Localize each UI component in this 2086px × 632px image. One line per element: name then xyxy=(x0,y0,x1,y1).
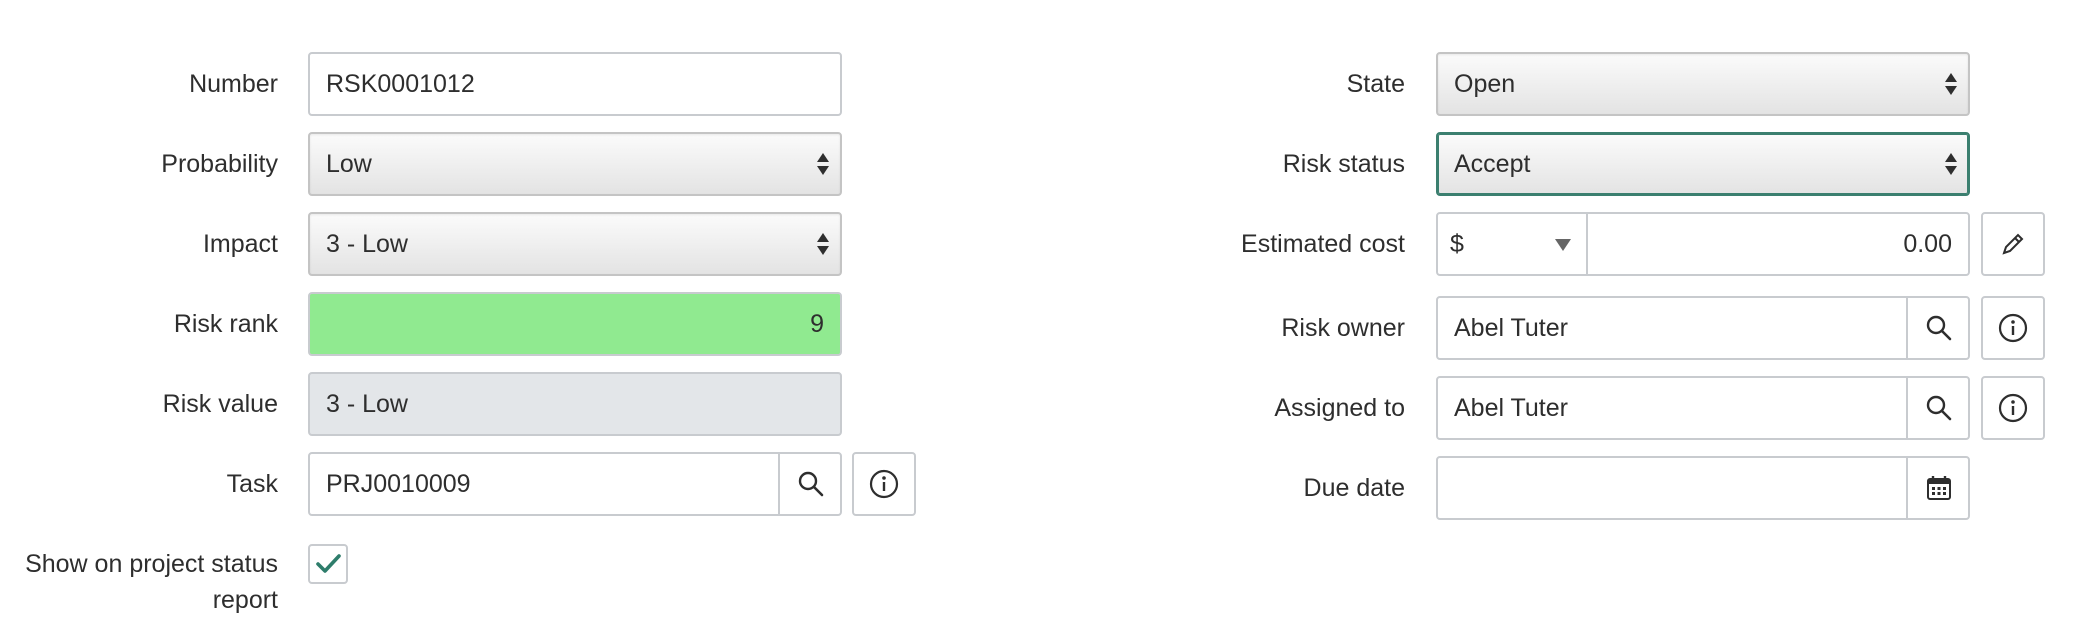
assigned-to-field[interactable]: Abel Tuter xyxy=(1436,376,1970,440)
probability-select[interactable]: Low xyxy=(308,132,842,196)
task-search-button[interactable] xyxy=(778,452,842,516)
assigned-to-search-button[interactable] xyxy=(1906,376,1970,440)
estimated-cost-label: Estimated cost xyxy=(1241,230,1405,258)
number-field[interactable]: RSK0001012 xyxy=(308,52,842,116)
show-on-report-label: Show on project status report xyxy=(25,550,278,614)
risk-owner-info-button[interactable] xyxy=(1981,296,2045,360)
due-date-field[interactable] xyxy=(1436,456,1970,520)
calendar-icon xyxy=(1927,476,1951,500)
risk-owner-label: Risk owner xyxy=(1281,314,1405,342)
impact-value: 3 - Low xyxy=(326,229,408,258)
risk-form: Number RSK0001012 Probability Low Impact… xyxy=(0,0,2086,632)
assigned-to-info-button[interactable] xyxy=(1981,376,2045,440)
risk-status-label: Risk status xyxy=(1282,150,1405,178)
probability-label: Probability xyxy=(161,150,278,178)
state-value: Open xyxy=(1454,69,1516,98)
due-date-label: Due date xyxy=(1303,474,1405,502)
task-label: Task xyxy=(226,470,278,498)
impact-select[interactable]: 3 - Low xyxy=(308,212,842,276)
state-select[interactable]: Open xyxy=(1436,52,1970,116)
risk-rank-label: Risk rank xyxy=(173,310,278,338)
state-label: State xyxy=(1346,70,1405,98)
currency-select[interactable]: $ xyxy=(1436,212,1588,276)
currency-value: $ xyxy=(1450,229,1464,258)
info-icon xyxy=(1998,313,2028,343)
estimated-cost-field[interactable]: 0.00 xyxy=(1586,212,1970,276)
risk-value-value: 3 - Low xyxy=(326,389,408,418)
info-icon xyxy=(1998,393,2028,423)
show-on-report-checkbox[interactable] xyxy=(308,544,348,584)
task-value: PRJ0010009 xyxy=(326,469,471,498)
risk-rank-field: 9 xyxy=(308,292,842,356)
search-icon xyxy=(1926,315,1952,341)
select-arrows-icon xyxy=(1945,73,1957,95)
assigned-to-value: Abel Tuter xyxy=(1454,393,1568,422)
risk-owner-search-button[interactable] xyxy=(1906,296,1970,360)
risk-owner-field[interactable]: Abel Tuter xyxy=(1436,296,1970,360)
risk-owner-value: Abel Tuter xyxy=(1454,313,1568,342)
risk-value-label: Risk value xyxy=(162,390,278,418)
estimated-cost-value: 0.00 xyxy=(1903,229,1952,258)
number-label: Number xyxy=(189,70,278,98)
search-icon xyxy=(798,471,824,497)
pencil-icon xyxy=(2002,233,2024,255)
dropdown-triangle-icon xyxy=(1555,239,1571,251)
calendar-button[interactable] xyxy=(1906,456,1970,520)
risk-status-select[interactable]: Accept xyxy=(1436,132,1970,196)
edit-cost-button[interactable] xyxy=(1981,212,2045,276)
assigned-to-label: Assigned to xyxy=(1274,394,1405,422)
info-icon xyxy=(869,469,899,499)
number-value: RSK0001012 xyxy=(326,69,475,98)
risk-status-value: Accept xyxy=(1454,149,1531,178)
select-arrows-icon xyxy=(1945,153,1957,175)
task-field[interactable]: PRJ0010009 xyxy=(308,452,842,516)
risk-rank-value: 9 xyxy=(810,309,824,338)
select-arrows-icon xyxy=(817,233,829,255)
search-icon xyxy=(1926,395,1952,421)
task-info-button[interactable] xyxy=(852,452,916,516)
risk-value-field: 3 - Low xyxy=(308,372,842,436)
impact-label: Impact xyxy=(202,230,278,258)
select-arrows-icon xyxy=(817,153,829,175)
probability-value: Low xyxy=(326,149,372,178)
checkmark-icon xyxy=(316,554,341,573)
